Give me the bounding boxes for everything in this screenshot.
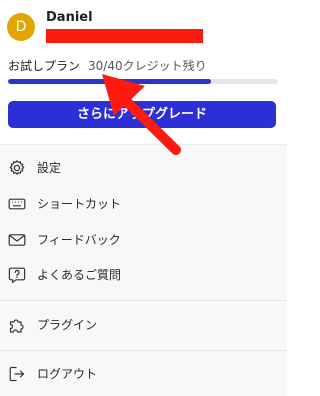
menu-item-label: ショートカット bbox=[37, 197, 122, 211]
menu-item-label: フィードバック bbox=[37, 233, 121, 247]
credits-remaining: 30/40クレジット残り bbox=[88, 59, 207, 73]
menu-item-label: 設定 bbox=[37, 161, 62, 175]
menu-item-label: プラグイン bbox=[37, 318, 98, 332]
logout-icon bbox=[9, 366, 25, 382]
menu-item-logout[interactable]: ログアウト bbox=[0, 358, 287, 390]
account-summary: D Daniel お試しプラン 30/40クレジット残り さらにアップグレード bbox=[0, 0, 287, 144]
menu-item-label: ログアウト bbox=[37, 367, 98, 381]
menu-item-feedback[interactable]: フィードバック bbox=[0, 224, 287, 256]
plan-label: お試しプラン bbox=[8, 59, 81, 73]
mail-icon bbox=[8, 234, 26, 246]
keyboard-icon bbox=[8, 198, 26, 210]
upgrade-button[interactable]: さらにアップグレード bbox=[8, 101, 276, 128]
menu-item-shortcuts[interactable]: ショートカット bbox=[0, 188, 287, 220]
account-menu-panel: D Daniel お試しプラン 30/40クレジット残り さらにアップグレード … bbox=[0, 0, 287, 396]
menu-item-label: よくあるご質問 bbox=[37, 268, 122, 282]
credits-progress-fill bbox=[8, 79, 211, 84]
avatar[interactable]: D bbox=[7, 13, 35, 41]
redacted-email-bar bbox=[46, 29, 203, 43]
credits-progress-bar bbox=[8, 79, 278, 84]
menu-item-plugins[interactable]: プラグイン bbox=[0, 309, 287, 341]
user-name: Daniel bbox=[46, 10, 93, 25]
gear-icon bbox=[9, 160, 25, 175]
puzzle-icon bbox=[9, 319, 24, 333]
menu-divider bbox=[0, 350, 287, 351]
help-bubble-icon bbox=[8, 267, 26, 283]
menu-item-settings[interactable]: 設定 bbox=[0, 152, 287, 184]
menu-item-faq[interactable]: よくあるご質問 bbox=[0, 259, 287, 291]
menu-divider bbox=[0, 300, 287, 301]
